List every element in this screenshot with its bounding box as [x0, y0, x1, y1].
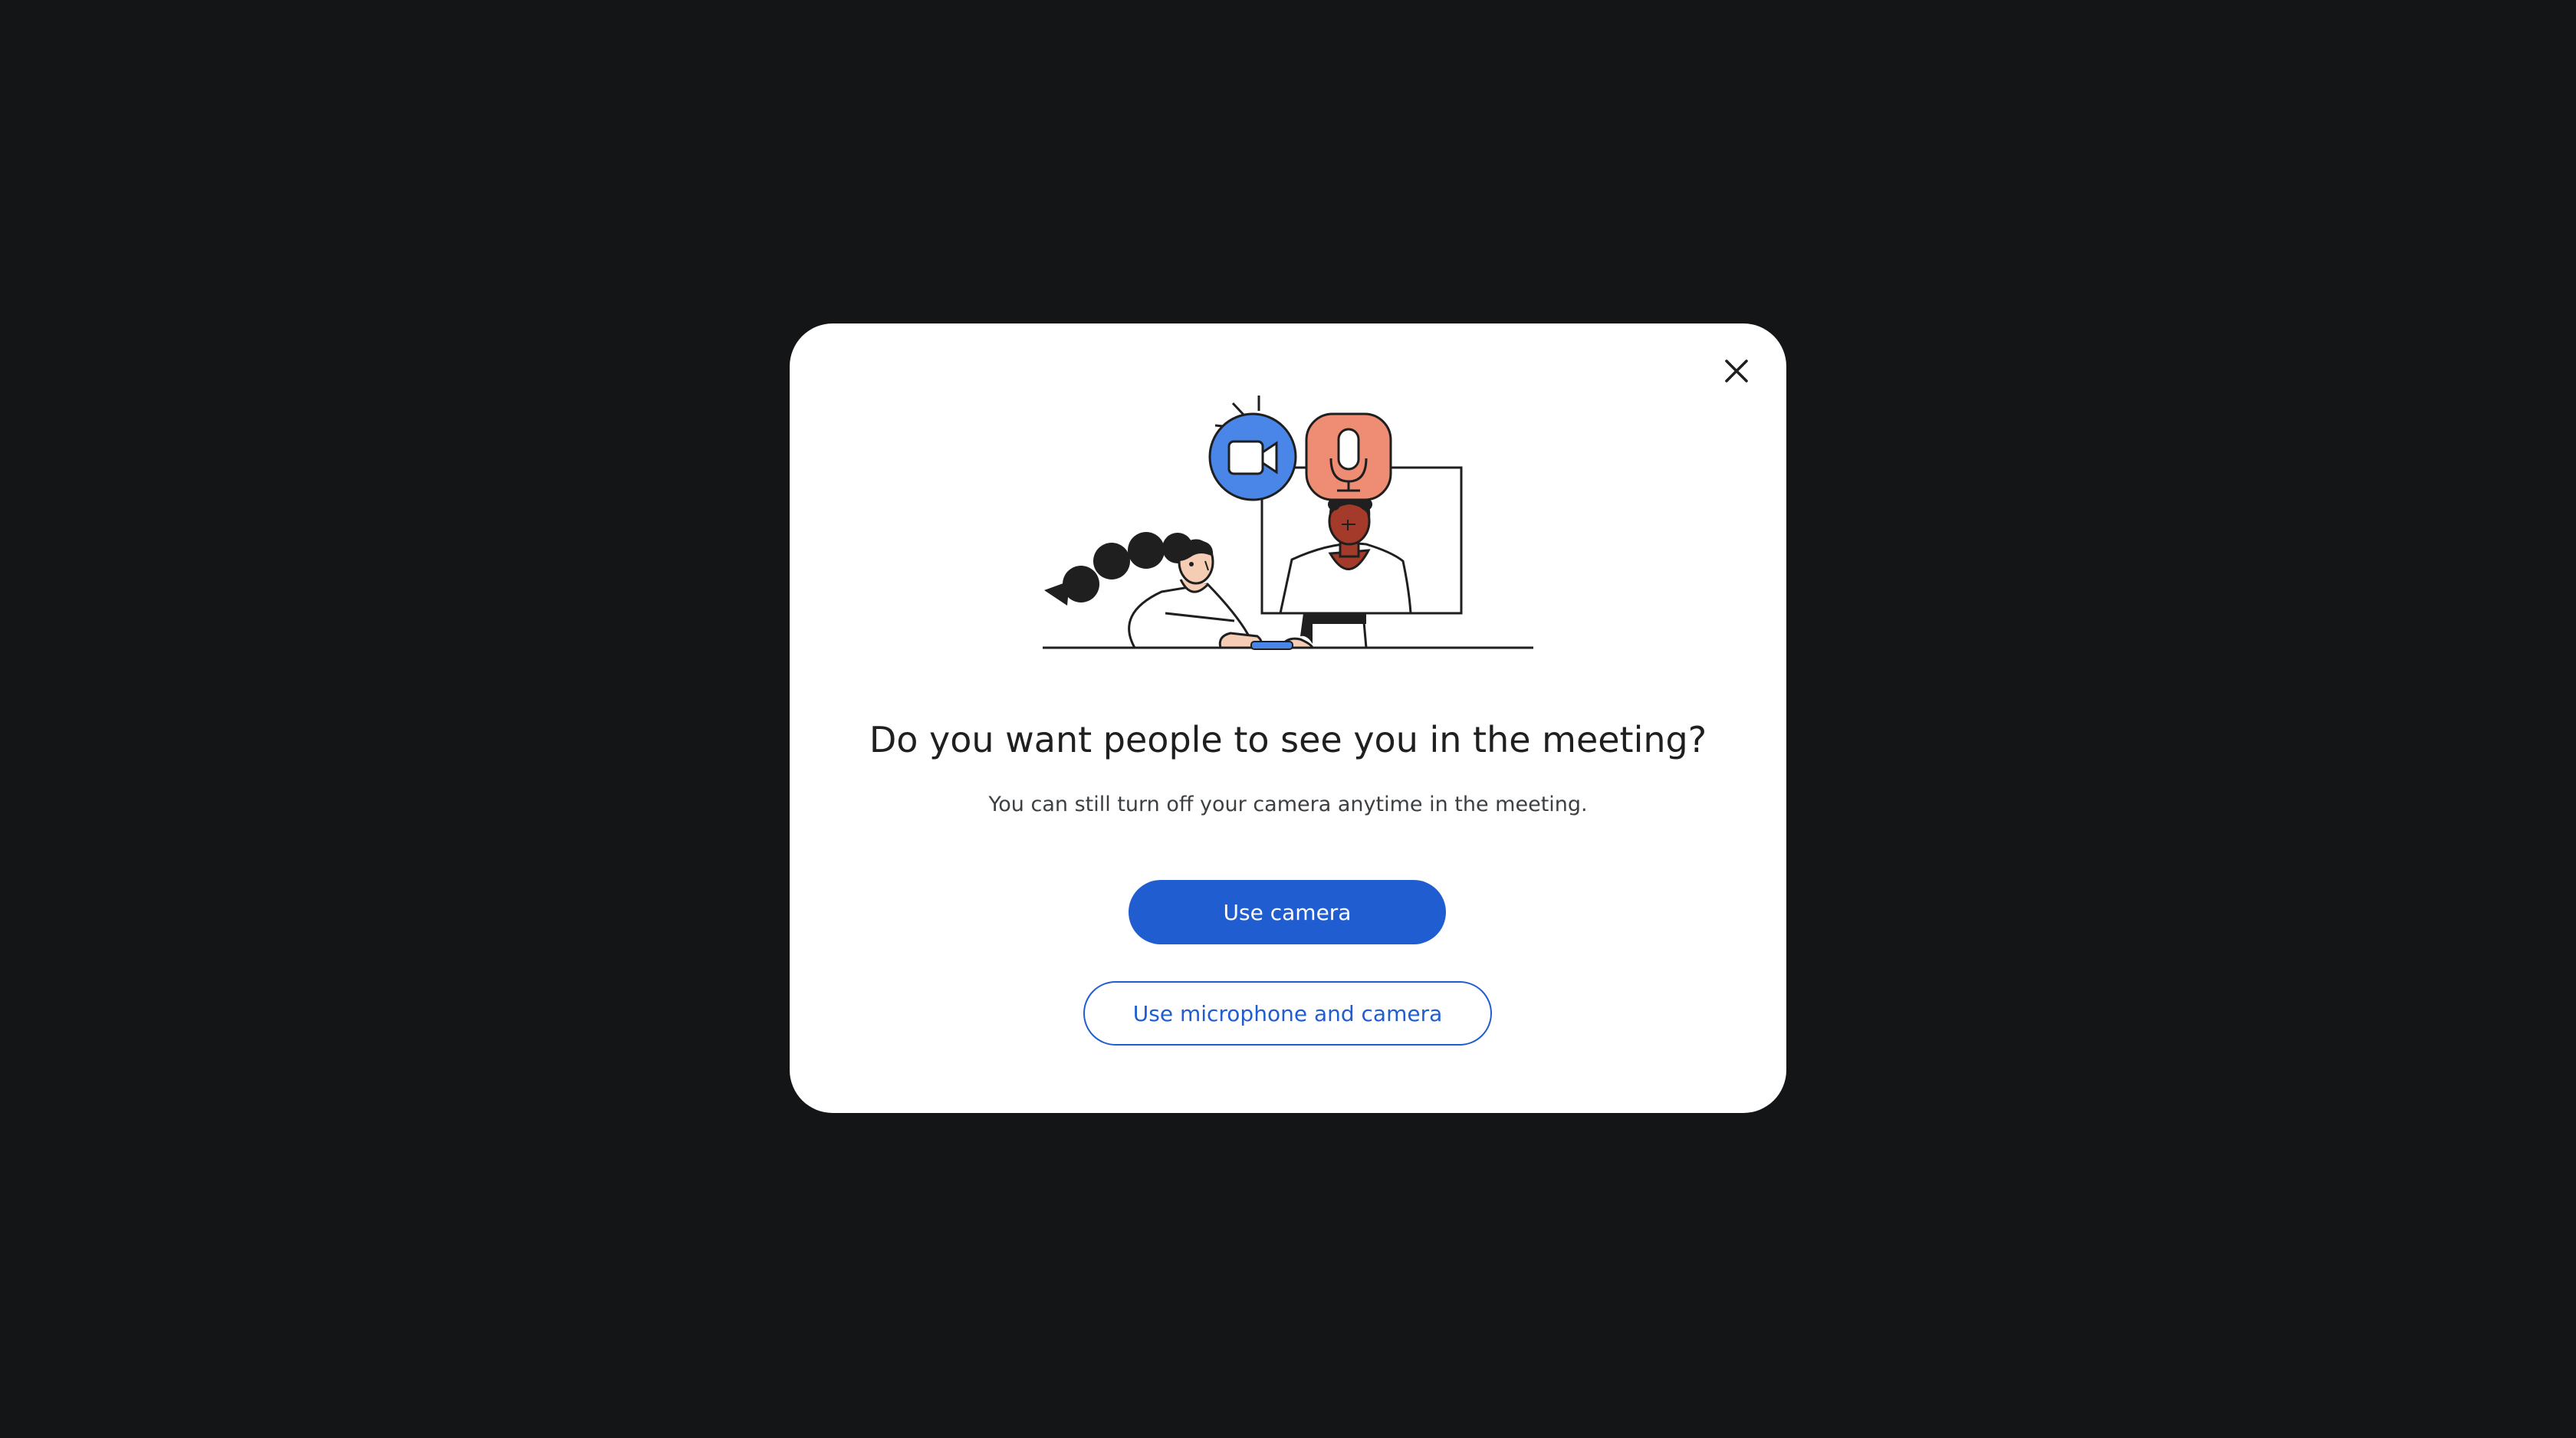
close-icon — [1725, 360, 1748, 382]
video-camera-icon — [1208, 396, 1297, 501]
dialog-subtitle: You can still turn off your camera anyti… — [988, 793, 1588, 816]
meeting-illustration — [1043, 396, 1533, 650]
dialog-title: Do you want people to see you in the mee… — [869, 719, 1707, 760]
close-button[interactable] — [1711, 346, 1762, 396]
use-microphone-and-camera-button[interactable]: Use microphone and camera — [1083, 981, 1492, 1046]
microphone-icon — [1305, 412, 1392, 501]
use-camera-button[interactable]: Use camera — [1129, 880, 1446, 944]
